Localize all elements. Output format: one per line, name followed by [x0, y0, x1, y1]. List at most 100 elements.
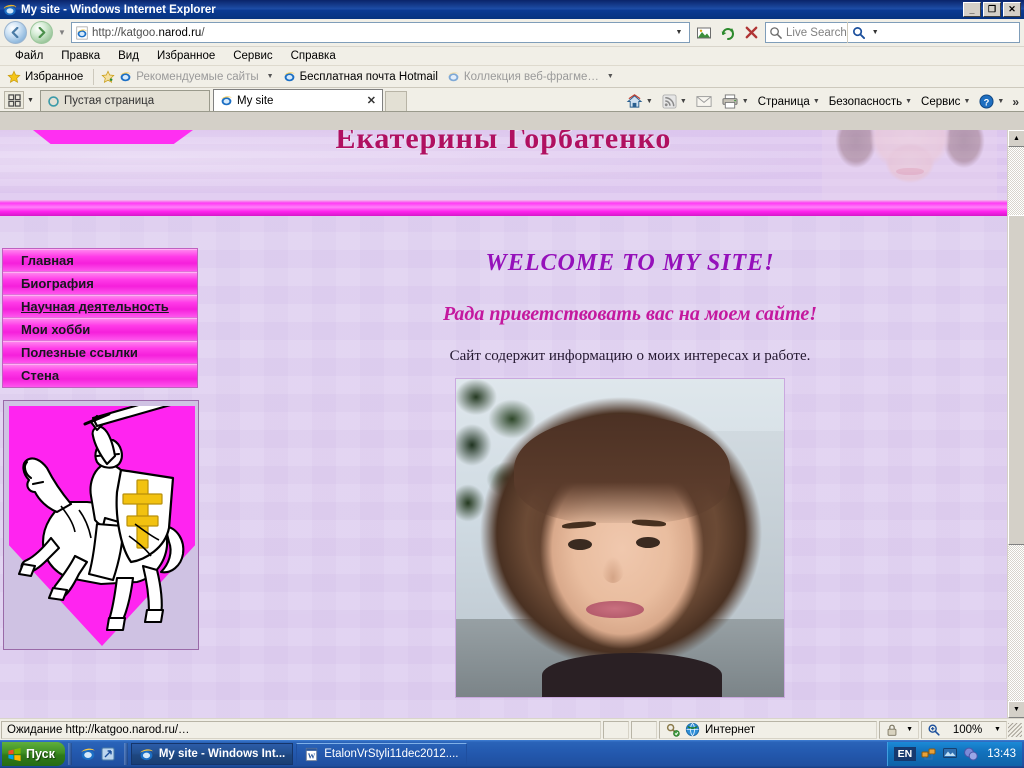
close-icon[interactable]: ✕	[367, 94, 376, 107]
taskbar-item-ie[interactable]: My site - Windows Int...	[130, 743, 294, 765]
chevron-down-icon[interactable]: ▼	[994, 726, 1001, 733]
restore-button[interactable]: ❐	[983, 2, 1001, 17]
language-indicator[interactable]: EN	[893, 747, 917, 761]
messenger-icon[interactable]	[963, 746, 979, 762]
welcome-heading: WELCOME TO MY SITE!	[485, 250, 775, 276]
taskbar-item-ie-label: My site - Windows Int...	[158, 748, 286, 760]
tools-menu[interactable]: Сервис ▼	[917, 95, 974, 109]
back-arrow-icon	[11, 27, 19, 38]
search-provider-caret[interactable]: ▼	[869, 22, 882, 43]
compatibility-view-button[interactable]	[693, 22, 714, 43]
menu-edit[interactable]: Правка	[52, 49, 109, 63]
chevron-down-icon[interactable]: ▼	[680, 98, 687, 105]
chevron-down-icon[interactable]: ▼	[906, 726, 913, 733]
window-title-text: My site - Windows Internet Explorer	[21, 3, 216, 16]
protected-mode-indicator[interactable]: ▼	[879, 720, 919, 739]
favorites-label: Избранное	[25, 70, 84, 83]
menu-file[interactable]: Файл	[6, 49, 52, 63]
fav-web-slice-gallery[interactable]: Коллекция веб-фрагме… ▼	[444, 69, 620, 84]
scroll-up-button[interactable]: ▲	[1008, 130, 1024, 147]
search-go-button[interactable]	[846, 22, 869, 43]
page-scrollbar-vertical[interactable]: ▲ ▼	[1007, 130, 1024, 718]
main-content: WELCOME TO MY SITE! Рада приветствовать …	[300, 250, 960, 698]
tab-blank-page-label: Пустая страница	[64, 95, 155, 107]
menu-tools[interactable]: Сервис	[224, 49, 281, 63]
header-photo-lips	[896, 168, 924, 175]
greeting-heading: Рада приветствовать вас на моем сайте!	[442, 303, 818, 325]
safety-menu[interactable]: Безопасность ▼	[825, 95, 916, 109]
address-dropdown-caret[interactable]: ▼	[671, 23, 687, 42]
security-zone[interactable]: Интернет	[659, 720, 877, 739]
search-placeholder-text: Live Search	[786, 26, 847, 39]
search-box[interactable]: Live Search ▼	[765, 22, 1020, 43]
start-label: Пуск	[26, 747, 55, 761]
scrollbar-thumb[interactable]	[1008, 215, 1024, 545]
security-zone-label: Интернет	[705, 723, 756, 736]
page-menu[interactable]: Страница ▼	[754, 95, 824, 109]
scroll-down-button[interactable]: ▼	[1008, 701, 1024, 718]
tab-bar: ▼ Пустая страница My site ✕ ▼ ▼ ▼ Страни…	[0, 88, 1024, 112]
zoom-icon	[928, 723, 940, 736]
internet-explorer-icon	[3, 4, 17, 15]
chevron-down-icon[interactable]: ▼	[963, 98, 970, 105]
intro-paragraph: Сайт содержит информацию о моих интереса…	[449, 348, 811, 364]
refresh-icon	[721, 27, 734, 40]
command-bar-overflow[interactable]: »	[1009, 95, 1022, 109]
zoom-control[interactable]: 100% ▼	[921, 720, 1007, 739]
menu-view[interactable]: Вид	[109, 49, 148, 63]
sidebar-item-useful-links[interactable]: Полезные ссылки	[3, 341, 197, 364]
sidebar-item-biography[interactable]: Биография	[3, 272, 197, 295]
network-icon[interactable]	[921, 746, 937, 762]
tab-blank-page[interactable]: Пустая страница	[40, 90, 210, 111]
home-icon	[626, 94, 643, 108]
new-tab-button[interactable]	[385, 91, 407, 111]
chevron-down-icon[interactable]: ▼	[813, 98, 820, 105]
sidebar-item-research[interactable]: Научная деятельность	[3, 295, 197, 318]
quick-tabs-button[interactable]	[4, 91, 24, 109]
minimize-button[interactable]: _	[963, 2, 981, 17]
close-button[interactable]: ✕	[1003, 2, 1021, 17]
fav-suggested-sites[interactable]: Рекомендуемые сайты ▼	[98, 69, 279, 85]
sidebar-item-hobbies[interactable]: Мои хобби	[3, 318, 197, 341]
read-mail-button[interactable]	[692, 94, 716, 109]
tab-my-site[interactable]: My site ✕	[213, 89, 383, 111]
start-button[interactable]: Пуск	[2, 742, 65, 766]
windows-flag-icon	[8, 747, 21, 761]
address-bar[interactable]: http://katgoo.narod.ru/ ▼	[71, 22, 690, 43]
recent-pages-caret[interactable]: ▼	[56, 28, 68, 37]
internet-explorer-icon	[283, 72, 295, 82]
sidebar-item-home[interactable]: Главная	[3, 249, 197, 272]
favorites-center-button[interactable]: Избранное	[4, 69, 89, 85]
ie-icon[interactable]	[80, 746, 96, 762]
resize-grip[interactable]	[1008, 722, 1022, 737]
sidebar-item-wall[interactable]: Стена	[3, 364, 197, 387]
fav-hotmail[interactable]: Бесплатная почта Hotmail	[280, 69, 444, 84]
chevron-down-icon[interactable]: ▼	[905, 98, 912, 105]
feeds-button[interactable]: ▼	[658, 93, 691, 110]
photo-eye-right	[636, 537, 660, 548]
back-button[interactable]	[4, 21, 27, 44]
print-button[interactable]: ▼	[717, 93, 753, 110]
home-button[interactable]: ▼	[622, 93, 657, 110]
web-page-content: Екатерины Горбатенко Главная Биография Н…	[0, 130, 1007, 718]
forward-button[interactable]	[30, 21, 53, 44]
chevron-down-icon[interactable]: ▼	[742, 98, 749, 105]
refresh-button[interactable]	[717, 22, 738, 43]
tab-list-caret[interactable]: ▼	[24, 91, 37, 109]
stop-button[interactable]	[741, 22, 762, 43]
chevron-down-icon[interactable]: ▼	[267, 73, 274, 80]
chevron-down-icon[interactable]: ▼	[997, 98, 1004, 105]
taskbar-item-word-doc[interactable]: W EtalonVrStyli11dec2012....	[296, 743, 467, 765]
menu-favorites[interactable]: Избранное	[148, 49, 224, 63]
show-desktop-icon[interactable]	[100, 746, 116, 762]
site-header-band: Екатерины Горбатенко	[0, 130, 1007, 200]
chevron-down-icon[interactable]: ▼	[607, 73, 614, 80]
svg-text:?: ?	[984, 97, 990, 107]
taskbar-clock[interactable]: 13:43	[984, 748, 1016, 760]
help-menu[interactable]: ? ▼	[975, 93, 1008, 110]
zoom-level-label: 100%	[952, 723, 983, 736]
chevron-down-icon[interactable]: ▼	[646, 98, 653, 105]
menu-help[interactable]: Справка	[282, 49, 345, 63]
display-icon[interactable]	[942, 746, 958, 762]
page-viewport: Екатерины Горбатенко Главная Биография Н…	[0, 130, 1024, 718]
